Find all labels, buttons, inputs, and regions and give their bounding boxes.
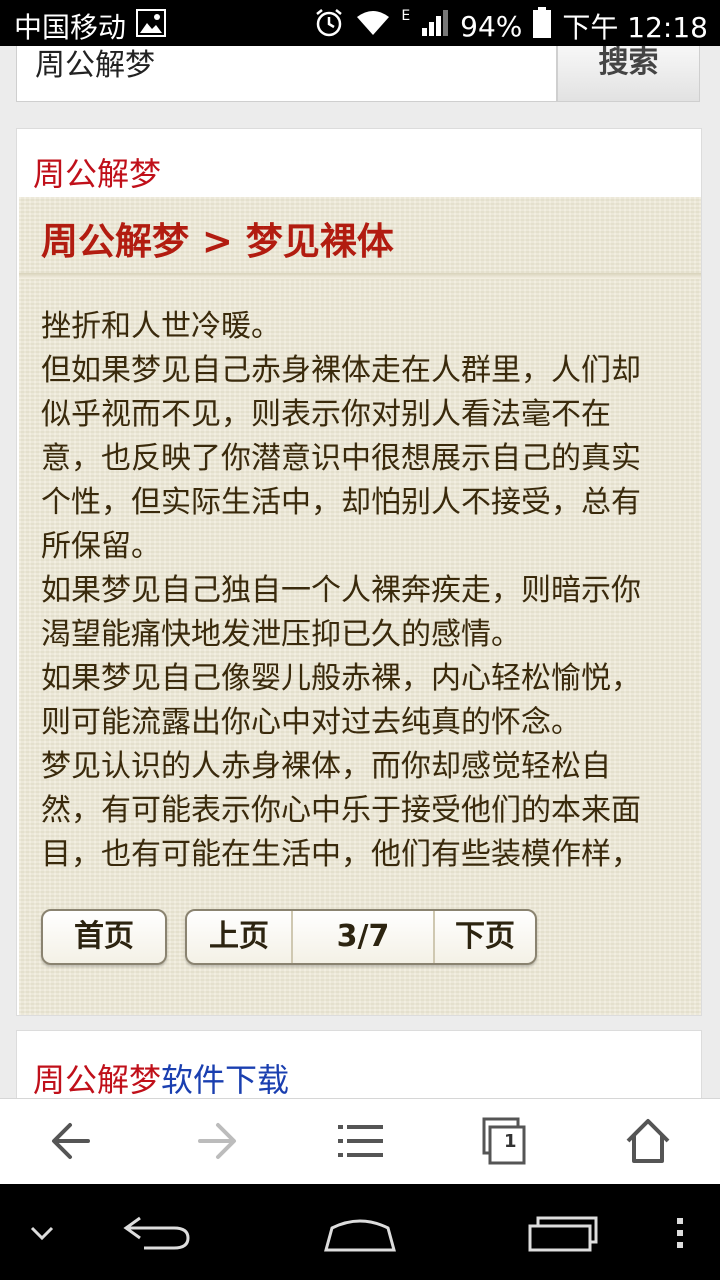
- menu-list-icon[interactable]: [330, 1113, 390, 1169]
- recents-icon[interactable]: [524, 1204, 604, 1260]
- chevron-down-icon[interactable]: [24, 1204, 60, 1260]
- status-bar: 中国移动 E 94% 下午 12:18: [0, 0, 720, 46]
- article-panel: 周公解梦 > 梦见裸体 挫折和人世冷暖。 但如果梦见自己赤身裸体走在人群里，人们…: [19, 197, 701, 1015]
- article-line: 如果梦见自己独自一个人裸奔疾走，则暗示你: [41, 573, 641, 608]
- article-line: 意，也反映了你潜意识中很想展示自己的真实: [41, 441, 641, 476]
- dream-article-card: 周公解梦 周公解梦 > 梦见裸体 挫折和人世冷暖。 但如果梦见自己赤身裸体走在人…: [16, 128, 702, 1016]
- search-input[interactable]: 周公解梦: [16, 46, 557, 102]
- first-page-button[interactable]: 首页: [41, 909, 167, 965]
- alarm-clock-icon: [313, 7, 345, 46]
- card-header-link[interactable]: 周公解梦: [33, 149, 161, 195]
- wifi-icon: [355, 9, 391, 44]
- next-page-button[interactable]: 下页: [433, 911, 535, 963]
- system-nav-bar: [0, 1184, 720, 1280]
- article-line: 则可能流露出你心中对过去纯真的怀念。: [41, 705, 581, 740]
- prev-page-button[interactable]: 上页: [187, 911, 291, 963]
- overflow-menu-icon[interactable]: [668, 1204, 692, 1260]
- home-icon[interactable]: [618, 1113, 678, 1169]
- article-line: 目，也有可能在生活中，他们有些装模作样，: [41, 837, 641, 872]
- article-line: 似乎视而不见，则表示你对别人看法毫不在: [41, 397, 611, 432]
- download-link[interactable]: 周公解梦软件下载: [33, 1055, 289, 1101]
- search-button[interactable]: 搜索: [557, 46, 700, 102]
- breadcrumb: 周公解梦 > 梦见裸体: [41, 220, 394, 263]
- title-divider: [19, 273, 701, 279]
- article-line: 然，有可能表示你心中乐于接受他们的本来面: [41, 793, 641, 828]
- pager: 上页 3/7 下页: [185, 909, 537, 965]
- page-indicator: 3/7: [291, 911, 433, 963]
- article-line: 梦见认识的人赤身裸体，而你却感觉轻松自: [41, 749, 611, 784]
- article-line: 但如果梦见自己赤身裸体走在人群里，人们却: [41, 353, 641, 388]
- home-icon[interactable]: [320, 1204, 400, 1260]
- article-line: 个性，但实际生活中，却怕别人不接受，总有: [41, 485, 641, 520]
- forward-arrow-icon[interactable]: [186, 1113, 246, 1169]
- article-line: 渴望能痛快地发泄压抑已久的感情。: [41, 617, 521, 652]
- carrier-label: 中国移动: [14, 11, 127, 44]
- article-line: 挫折和人世冷暖。: [41, 309, 281, 344]
- article-body: 挫折和人世冷暖。 但如果梦见自己赤身裸体走在人群里，人们却 似乎视而不见，则表示…: [41, 305, 691, 877]
- clock: 下午 12:18: [562, 11, 708, 44]
- battery-percent: 94%: [460, 9, 523, 43]
- network-type-label: E: [401, 8, 411, 24]
- article-line: 如果梦见自己像婴儿般赤裸，内心轻松愉悦，: [41, 661, 641, 696]
- download-title-red: 周公解梦: [33, 1061, 162, 1099]
- tab-count: 1: [504, 1131, 517, 1152]
- browser-toolbar: 1: [0, 1098, 720, 1184]
- back-arrow-icon[interactable]: [42, 1113, 102, 1169]
- tabs-icon[interactable]: 1: [474, 1113, 534, 1169]
- article-line: 所保留。: [41, 529, 161, 564]
- signal-strength-icon: [420, 8, 450, 45]
- download-title-blue: 软件下载: [161, 1061, 290, 1099]
- battery-icon: [532, 6, 552, 46]
- back-icon[interactable]: [118, 1204, 198, 1260]
- search-bar: 周公解梦 搜索: [0, 46, 720, 116]
- image-notification-icon: [136, 8, 167, 44]
